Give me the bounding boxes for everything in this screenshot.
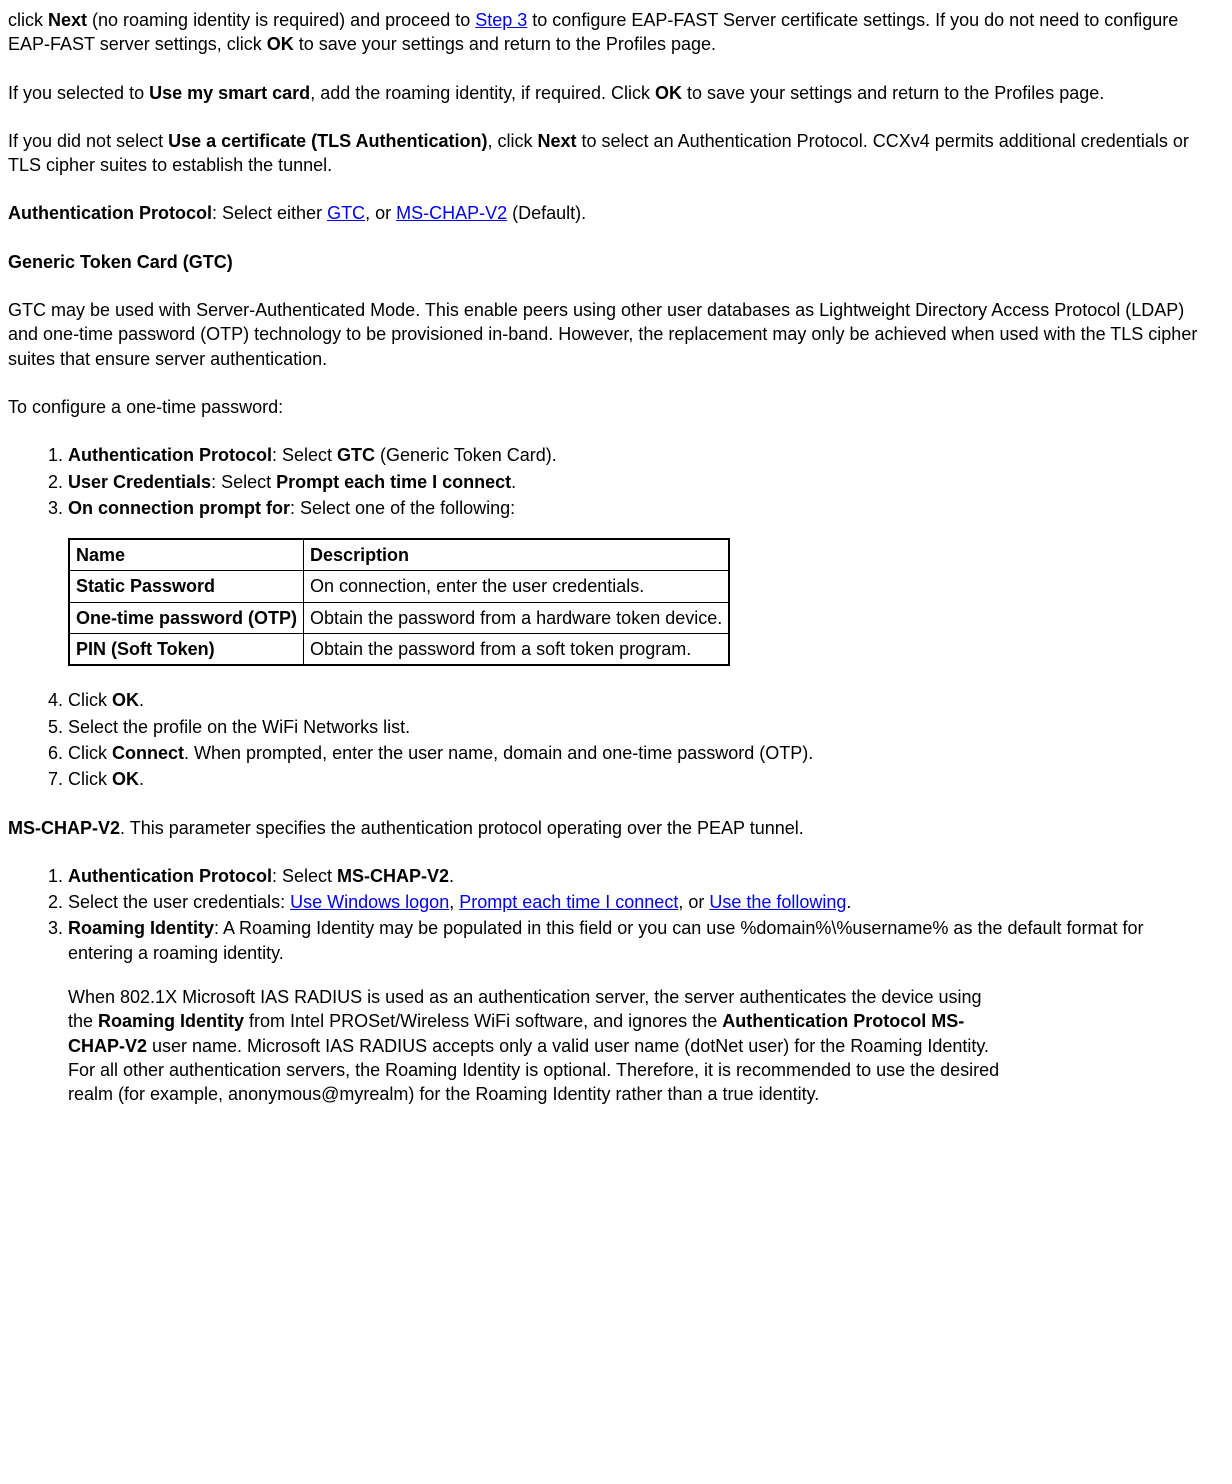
list-item: Authentication Protocol: Select GTC (Gen… [68,443,1208,467]
link-step-3[interactable]: Step 3 [475,10,527,30]
list-item: Click OK. [68,688,1208,712]
table-header-description: Description [304,539,730,571]
list-item: Select the user credentials: Use Windows… [68,890,1208,914]
list-ms-chap-config: Authentication Protocol: Select MS-CHAP-… [8,864,1208,1107]
table-row: One-time password (OTP) Obtain the passw… [69,602,729,633]
paragraph-auth-protocol: Authentication Protocol: Select either G… [8,201,1208,225]
table-row: PIN (Soft Token) Obtain the password fro… [69,634,729,666]
paragraph-intro-next: click Next (no roaming identity is requi… [8,8,1208,57]
paragraph-otp-intro: To configure a one-time password: [8,395,1208,419]
table-header-name: Name [69,539,304,571]
link-use-the-following[interactable]: Use the following [709,892,846,912]
bold-auth-protocol: Authentication Protocol [8,203,212,223]
bold-use-smart-card: Use my smart card [149,83,310,103]
list-item: Click OK. [68,767,1208,791]
list-item: On connection prompt for: Select one of … [68,496,1208,666]
paragraph-roaming-identity-detail: When 802.1X Microsoft IAS RADIUS is used… [68,985,1008,1106]
link-prompt-each-time[interactable]: Prompt each time I connect [459,892,678,912]
list-otp-config: Authentication Protocol: Select GTC (Gen… [8,443,1208,791]
bold-ms-chap-v2: MS-CHAP-V2 [8,818,120,838]
paragraph-tls-auth: If you did not select Use a certificate … [8,129,1208,178]
bold-ok: OK [655,83,682,103]
link-gtc[interactable]: GTC [327,203,365,223]
list-item: Click Connect. When prompted, enter the … [68,741,1208,765]
bold-use-certificate: Use a certificate (TLS Authentication) [168,131,487,151]
table-row: Static Password On connection, enter the… [69,571,729,602]
list-item: Roaming Identity: A Roaming Identity may… [68,916,1208,1106]
bold-next: Next [48,10,87,30]
paragraph-ms-chap-v2: MS-CHAP-V2. This parameter specifies the… [8,816,1208,840]
list-item: User Credentials: Select Prompt each tim… [68,470,1208,494]
link-use-windows-logon[interactable]: Use Windows logon [290,892,449,912]
bold-next: Next [538,131,577,151]
paragraph-gtc-desc: GTC may be used with Server-Authenticate… [8,298,1208,371]
link-ms-chap-v2[interactable]: MS-CHAP-V2 [396,203,507,223]
bold-ok: OK [267,34,294,54]
paragraph-smart-card: If you selected to Use my smart card, ad… [8,81,1208,105]
heading-gtc: Generic Token Card (GTC) [8,250,1208,274]
list-item: Select the profile on the WiFi Networks … [68,715,1208,739]
table-connection-prompt: Name Description Static Password On conn… [68,538,730,666]
list-item: Authentication Protocol: Select MS-CHAP-… [68,864,1208,888]
